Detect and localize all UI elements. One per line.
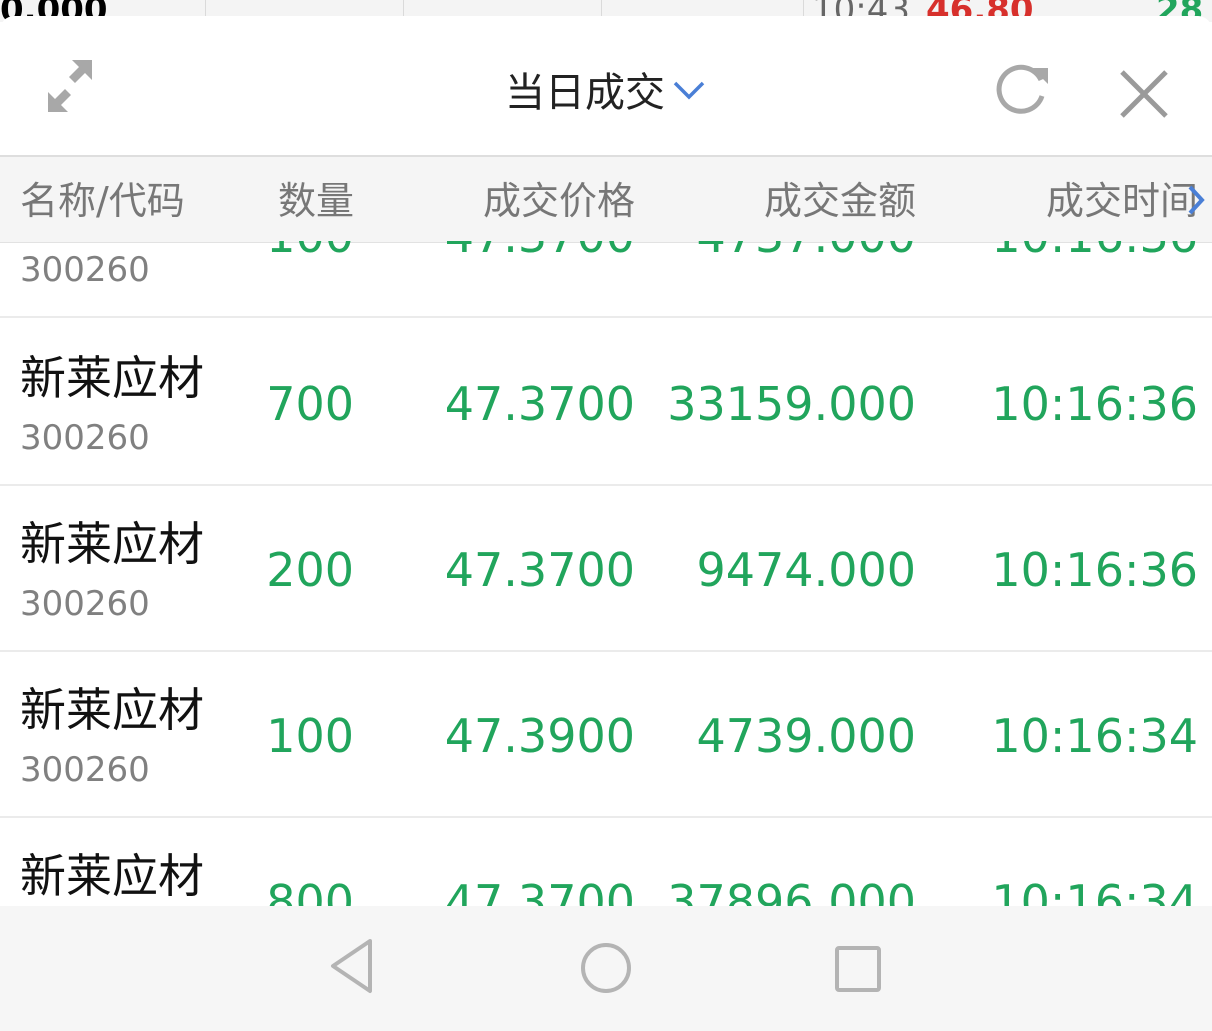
stock-name: 新莱应材 — [20, 849, 204, 903]
trade-quantity: 200 — [266, 543, 354, 597]
header-quantity[interactable]: 数量 — [278, 179, 354, 223]
stock-name: 新莱应材 — [20, 351, 204, 405]
trade-time: 10:16:36 — [991, 241, 1198, 262]
chevron-down-icon — [673, 81, 705, 100]
stock-code: 300260 — [20, 584, 150, 624]
stock-name: 新莱应材 — [20, 517, 204, 571]
stock-code: 300260 — [20, 250, 150, 290]
back-triangle-icon[interactable] — [325, 935, 381, 997]
trade-price: 47.3900 — [444, 709, 635, 763]
trade-quantity: 800 — [266, 875, 354, 906]
close-icon — [1120, 70, 1168, 118]
trades-list[interactable]: 300260 100 47.3700 4737.000 10:16:36 新莱应… — [0, 241, 1212, 906]
table-header: 名称/代码 数量 成交价格 成交金额 成交时间 — [0, 155, 1212, 243]
table-row[interactable]: 新莱应材 300260 100 47.3900 4739.000 10:16:3… — [0, 650, 1212, 818]
recents-square-icon[interactable] — [832, 943, 884, 995]
trades-panel: 当日成交 名称/代码 数量 成交价格 成交金额 成交时间 300260 100 — [0, 16, 1212, 906]
trade-amount: 9474.000 — [696, 543, 917, 597]
panel-title: 当日成交 — [505, 70, 665, 116]
trade-amount: 4737.000 — [697, 241, 917, 262]
trade-time: 10:16:34 — [991, 709, 1198, 763]
trade-time: 10:16:36 — [991, 543, 1198, 597]
header-amount[interactable]: 成交金额 — [764, 179, 916, 223]
stock-code: 300260 — [20, 750, 150, 790]
table-row[interactable]: 新莱应材 300260 200 47.3700 9474.000 10:16:3… — [0, 484, 1212, 652]
panel-titlebar: 当日成交 — [0, 16, 1212, 156]
trade-price: 47.3700 — [444, 875, 635, 906]
table-row[interactable]: 300260 100 47.3700 4737.000 10:16:36 — [0, 241, 1212, 318]
header-name-code[interactable]: 名称/代码 — [20, 179, 185, 223]
trade-amount: 37896.000 — [667, 875, 916, 906]
trade-time: 10:16:34 — [991, 875, 1198, 906]
trade-amount: 4739.000 — [696, 709, 917, 763]
chevron-right-icon[interactable] — [1186, 183, 1206, 217]
trade-quantity: 100 — [266, 241, 354, 262]
close-button[interactable] — [1114, 64, 1174, 124]
refresh-button[interactable] — [990, 56, 1054, 120]
refresh-icon — [996, 64, 1048, 114]
header-price[interactable]: 成交价格 — [483, 179, 635, 223]
trade-quantity: 100 — [266, 709, 354, 763]
trade-price: 47.3700 — [444, 543, 635, 597]
trade-quantity: 700 — [266, 377, 354, 431]
trade-price: 47.3700 — [444, 377, 635, 431]
header-time[interactable]: 成交时间 — [1046, 179, 1198, 223]
stock-name: 新莱应材 — [20, 683, 204, 737]
table-row[interactable]: 新莱应材 800 47.3700 37896.000 10:16:34 — [0, 816, 1212, 906]
table-row[interactable]: 新莱应材 300260 700 47.3700 33159.000 10:16:… — [0, 318, 1212, 486]
home-circle-icon[interactable] — [578, 940, 634, 996]
trade-amount: 33159.000 — [667, 377, 916, 431]
stock-code: 300260 — [20, 418, 150, 458]
trade-price: 47.3700 — [445, 241, 635, 262]
trade-time: 10:16:36 — [991, 377, 1198, 431]
